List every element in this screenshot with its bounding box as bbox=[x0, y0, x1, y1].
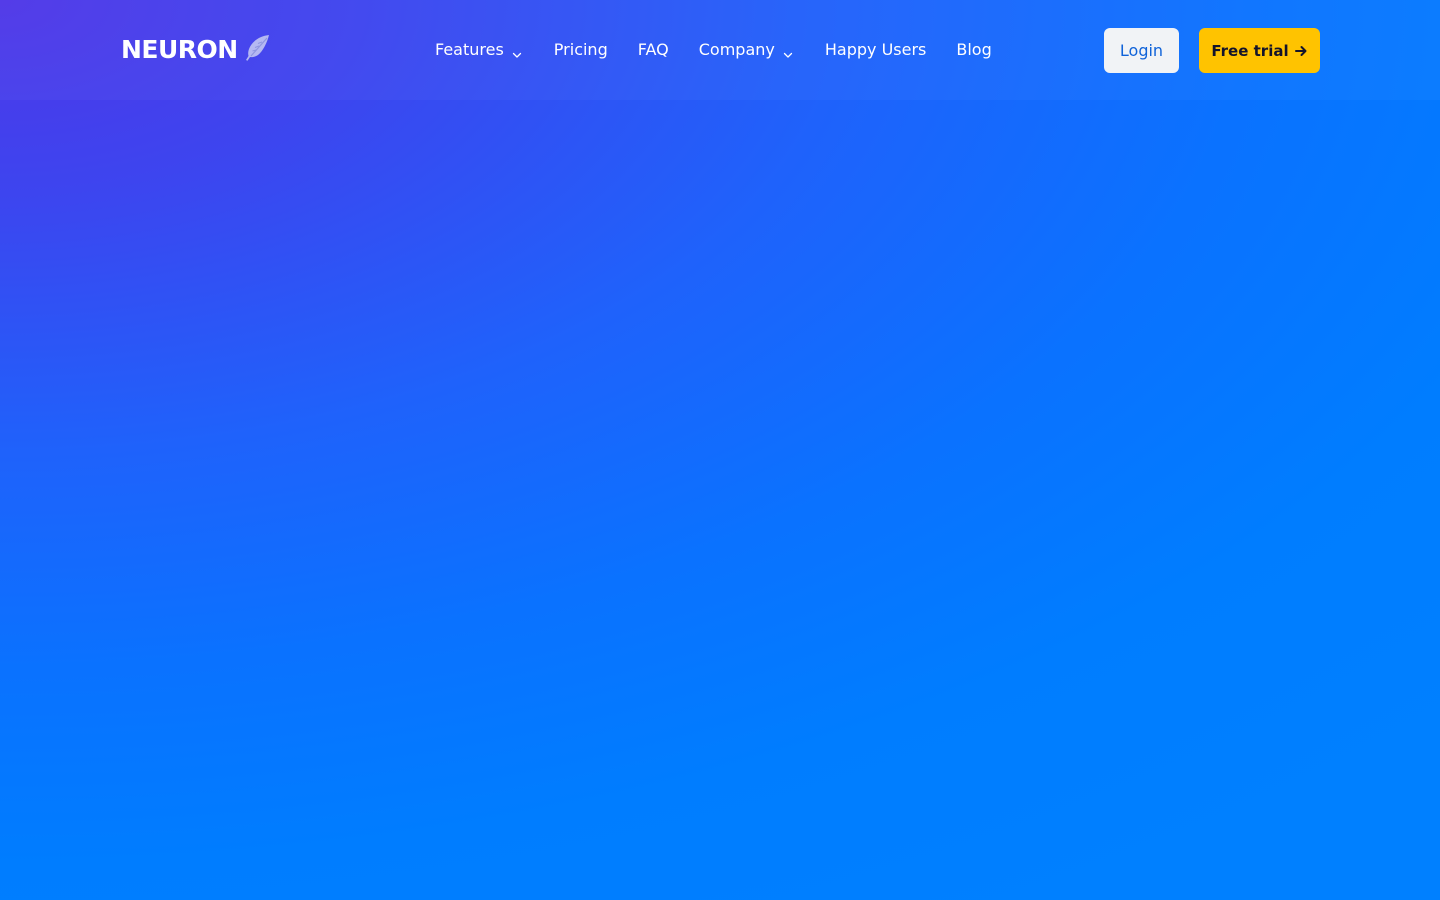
feather-icon bbox=[242, 33, 272, 63]
nav-item-happy-users[interactable]: Happy Users bbox=[825, 38, 927, 62]
nav-item-faq-label: FAQ bbox=[637, 40, 669, 59]
nav-item-pricing[interactable]: Pricing bbox=[554, 38, 608, 62]
nav-item-features[interactable]: Features bbox=[435, 38, 522, 62]
brand-logo[interactable]: NEURON bbox=[121, 34, 272, 66]
login-button-label: Login bbox=[1119, 41, 1164, 60]
chevron-down-icon bbox=[512, 43, 522, 58]
nav-item-blog-label: Blog bbox=[956, 40, 992, 59]
free-trial-button-label: Free trial bbox=[1211, 41, 1289, 60]
nav-item-blog[interactable]: Blog bbox=[956, 38, 991, 62]
chevron-down-icon bbox=[783, 43, 793, 58]
arrow-right-icon bbox=[1294, 44, 1308, 58]
nav-item-happy-users-label: Happy Users bbox=[824, 40, 927, 59]
free-trial-button[interactable]: Free trial bbox=[1199, 28, 1320, 73]
brand-name: NEURON bbox=[121, 35, 238, 64]
nav-item-features-label: Features bbox=[435, 40, 504, 59]
nav-item-pricing-label: Pricing bbox=[553, 40, 608, 59]
top-navbar: NEURON Features Pricing FAQ Company Happ… bbox=[0, 0, 1440, 100]
nav-item-company[interactable]: Company bbox=[699, 38, 793, 62]
hero-background bbox=[0, 0, 1440, 900]
nav-item-company-label: Company bbox=[698, 40, 775, 59]
nav-item-faq[interactable]: FAQ bbox=[638, 38, 669, 62]
login-button[interactable]: Login bbox=[1104, 28, 1179, 73]
main-nav: Features Pricing FAQ Company Happy Users… bbox=[435, 38, 992, 62]
